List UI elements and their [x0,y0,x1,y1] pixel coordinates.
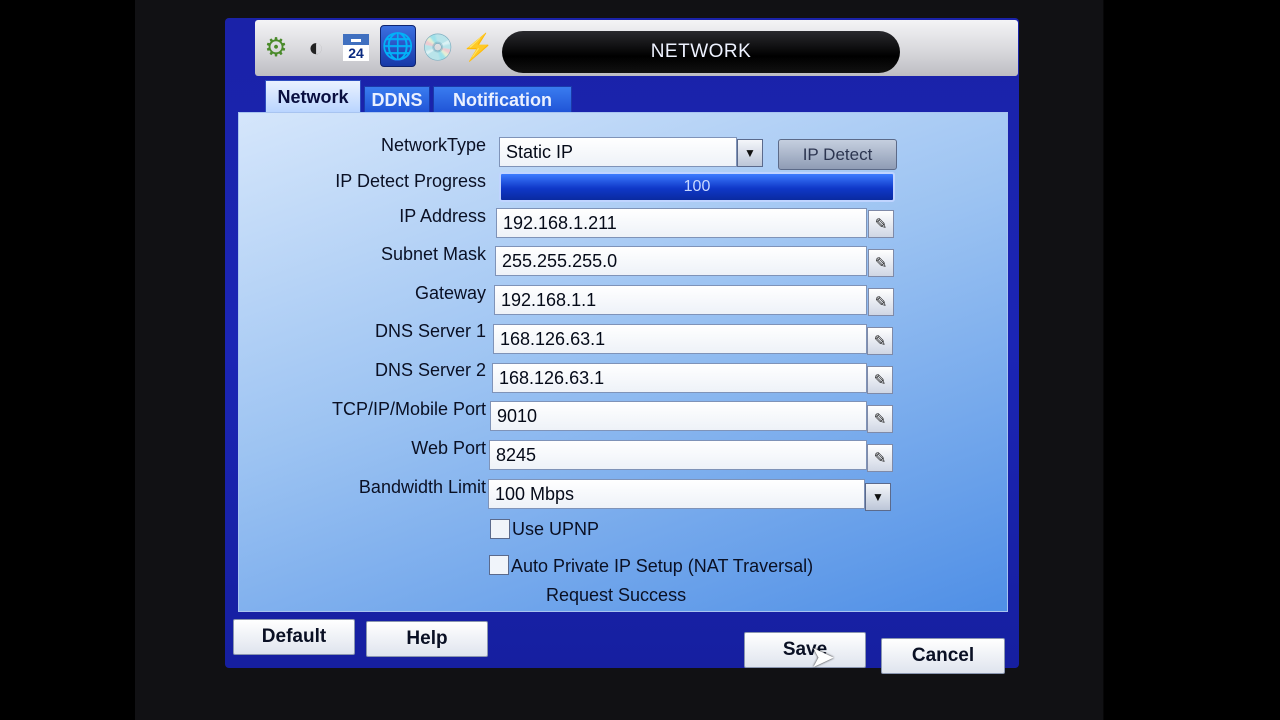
tcp-port-edit-icon[interactable]: ✎ [867,405,893,433]
dns-server-1-field[interactable]: 168.126.63.1 [493,324,867,354]
calendar-day: 24 [343,44,369,61]
label-dns-server-2: DNS Server 2 [374,360,486,380]
network-type-select[interactable]: Static IP [499,137,737,167]
tab-ddns[interactable]: DDNS [364,86,430,114]
gear-icon[interactable]: ⚙ [259,27,293,67]
window-title: NETWORK [502,31,900,73]
web-port-edit-icon[interactable]: ✎ [867,444,893,472]
event-icon[interactable]: ⚡ [461,27,495,67]
display-icon[interactable]: ◐ [299,27,333,67]
ip-address-edit-icon[interactable]: ✎ [868,210,894,238]
dns-server-2-field[interactable]: 168.126.63.1 [492,363,867,393]
default-button[interactable]: Default [233,619,355,655]
globe-icon[interactable]: 🌐 [380,25,416,67]
dns-server-1-edit-icon[interactable]: ✎ [867,327,893,355]
nat-traversal-label: Auto Private IP Setup (NAT Traversal) [511,556,814,576]
subnet-mask-field[interactable]: 255.255.255.0 [495,246,867,276]
ip-detect-progress-bar: 100 [499,172,895,202]
tab-notification[interactable]: Notification [433,86,572,114]
label-web-port: Web Port [411,438,486,458]
monitor-bezel-right [1104,0,1280,720]
tab-network[interactable]: Network [265,80,361,113]
bandwidth-limit-select[interactable]: 100 Mbps [488,479,865,509]
label-network-type: NetworkType [380,135,486,155]
status-text: Request Success [546,585,687,605]
label-ip-address: IP Address [399,206,486,226]
gateway-field[interactable]: 192.168.1.1 [494,285,867,315]
mouse-cursor-icon: ➤ [810,641,836,674]
help-button[interactable]: Help [366,621,488,657]
cancel-button[interactable]: Cancel [881,638,1005,674]
network-type-dropdown-icon[interactable]: ▼ [737,139,763,167]
save-button[interactable]: Save [744,632,866,668]
progress-value: 100 [683,178,711,195]
ip-detect-button[interactable]: IP Detect [778,139,897,170]
label-tcp-port: TCP/IP/Mobile Port [331,399,486,419]
dns-server-2-edit-icon[interactable]: ✎ [867,366,893,394]
calendar-icon[interactable]: ▬ 24 [339,27,373,67]
ip-address-field[interactable]: 192.168.1.211 [496,208,867,238]
web-port-field[interactable]: 8245 [489,440,867,470]
label-subnet-mask: Subnet Mask [380,244,486,264]
label-dns-server-1: DNS Server 1 [374,321,486,341]
bandwidth-dropdown-icon[interactable]: ▼ [865,483,891,511]
calendar-header: ▬ [343,33,369,45]
gateway-edit-icon[interactable]: ✎ [868,288,894,316]
label-bandwidth-limit: Bandwidth Limit [358,477,486,497]
tcp-port-field[interactable]: 9010 [490,401,867,431]
label-gateway: Gateway [414,283,486,303]
label-ip-detect-progress: IP Detect Progress [335,171,486,191]
nat-traversal-checkbox[interactable] [489,555,509,575]
use-upnp-label: Use UPNP [512,519,600,539]
use-upnp-checkbox[interactable] [490,519,510,539]
disc-icon[interactable]: 💿 [421,27,455,67]
subnet-mask-edit-icon[interactable]: ✎ [868,249,894,277]
